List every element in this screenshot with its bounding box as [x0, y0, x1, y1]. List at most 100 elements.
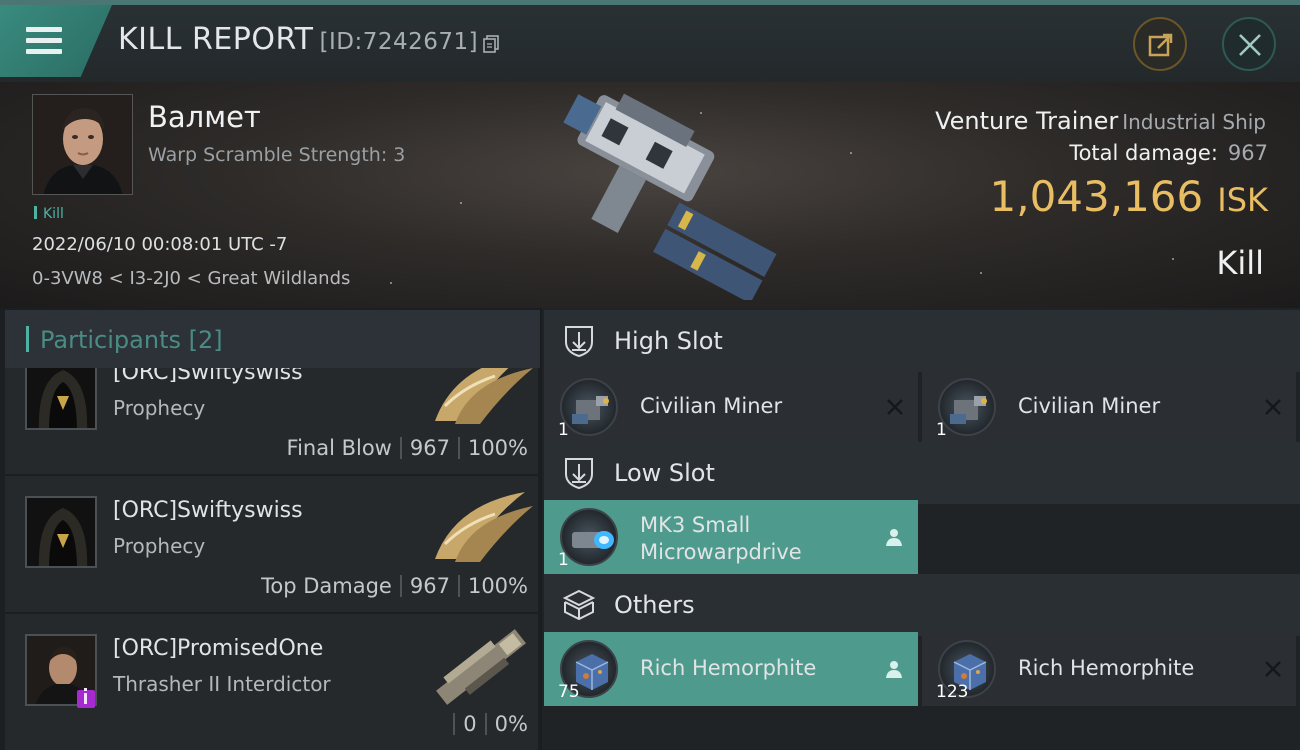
menu-button[interactable]: [0, 5, 112, 77]
module-name: Rich Hemorphite: [640, 656, 817, 680]
miner-icon: [950, 396, 987, 424]
hamburger-icon-bar: [26, 38, 62, 43]
miner-icon: [572, 396, 609, 424]
fitting-panel: High Slot 1 Civilian Miner 1 Civilian Mi…: [542, 308, 1300, 750]
isk-unit: ISK: [1217, 181, 1268, 219]
participants-accent: [26, 326, 29, 352]
kill-tag: Kill: [34, 206, 64, 222]
module-quantity: 123: [936, 682, 969, 702]
victim-portrait[interactable]: [32, 94, 133, 195]
participant-percent: 100%: [467, 574, 528, 598]
microwarpdrive-icon: [572, 531, 614, 549]
module-name-line2: Microwarpdrive: [640, 540, 802, 564]
module-quantity: 1: [936, 420, 947, 440]
copy-icon[interactable]: [483, 35, 499, 53]
destroyed-x-icon: [1265, 661, 1281, 677]
victim-ship-image[interactable]: [520, 90, 790, 300]
ship-name-text: Venture Trainer: [935, 107, 1119, 135]
participant-role: Top Damage: [261, 574, 392, 598]
participant-ship: Prophecy: [113, 534, 206, 558]
participant-stats: Final Blow 967 100%: [287, 436, 528, 460]
share-button[interactable]: [1133, 17, 1187, 71]
module-slot[interactable]: 75 Rich Hemorphite: [544, 632, 918, 706]
total-damage-label: Total damage:: [1069, 141, 1218, 165]
participants-title: Participants [2]: [40, 326, 223, 354]
participant-damage: 967: [409, 436, 450, 460]
close-button[interactable]: [1222, 17, 1276, 71]
participant-stats: 0 0%: [445, 712, 528, 736]
dropped-person-icon: [886, 529, 902, 546]
stat-separator: [457, 575, 460, 597]
participant-damage: 0: [463, 712, 477, 736]
dropped-person-icon: [886, 661, 902, 678]
participant-name: [ORC]Swiftyswiss: [113, 498, 303, 523]
hamburger-icon: [26, 27, 62, 32]
participant-ship: Thrasher II Interdictor: [113, 672, 331, 696]
isk-amount: 1,043,166: [989, 172, 1204, 221]
high-slot-title: High Slot: [614, 327, 723, 355]
low-slot-title: Low Slot: [614, 459, 715, 487]
share-icon: [1148, 33, 1173, 57]
module-name: MK3 Small Microwarpdrive: [640, 512, 802, 566]
low-slot-header: Low Slot: [544, 442, 1300, 504]
kill-result: Kill: [1216, 244, 1264, 282]
page-title: KILL REPORT [ID:7242671]: [118, 22, 478, 57]
module-slot[interactable]: 1 MK3 Small Microwarpdrive: [544, 500, 918, 574]
cargo-box-icon: [562, 589, 596, 621]
hamburger-icon-bar: [26, 49, 62, 54]
kill-location[interactable]: 0-3VW8 < I3-2J0 < Great Wildlands: [32, 268, 350, 289]
participant-row[interactable]: [ORC]Swiftyswiss Prophecy Top Damage 967 1…: [5, 476, 538, 612]
total-damage-value: 967: [1227, 141, 1268, 165]
top-accent-line: [0, 0, 1300, 5]
kill-datetime: 2022/06/10 00:08:01 UTC -7: [32, 234, 288, 255]
module-name: Civilian Miner: [640, 394, 783, 418]
participant-ship: Prophecy: [113, 396, 206, 420]
module-quantity: 1: [558, 550, 569, 570]
warp-scramble-strength: Warp Scramble Strength: 3: [148, 144, 406, 166]
module-quantity: 75: [558, 682, 580, 702]
close-icon: [1239, 34, 1261, 56]
stat-separator: [399, 437, 402, 459]
participants-panel[interactable]: Participants [2] [ORC]Swiftyswiss Prophe…: [0, 308, 540, 750]
module-slot[interactable]: 1 Civilian Miner: [922, 370, 1296, 444]
stat-separator: [484, 713, 487, 735]
module-name-line1: MK3 Small: [640, 513, 751, 537]
destroyed-x-icon: [887, 399, 903, 415]
report-id: [ID:7242671]: [319, 29, 479, 55]
destroyed-x-icon: [1265, 399, 1281, 415]
others-title: Others: [614, 591, 695, 619]
module-name: Rich Hemorphite: [1018, 656, 1195, 680]
low-slot-icon: [565, 458, 593, 490]
participant-percent: 0%: [494, 712, 528, 736]
module-slot[interactable]: 123 Rich Hemorphite: [922, 632, 1296, 706]
participant-avatar: [25, 496, 97, 568]
ship-name[interactable]: Venture Trainer Industrial Ship: [935, 107, 1266, 135]
participants-header: Participants [2]: [5, 310, 540, 368]
total-damage: Total damage: 967: [1069, 141, 1268, 165]
module-name: Civilian Miner: [1018, 394, 1161, 418]
participant-avatar: [25, 358, 97, 430]
info-badge: [77, 688, 95, 708]
module-slot[interactable]: 1 Civilian Miner: [544, 370, 918, 444]
isk-value: 1,043,166 ISK: [990, 172, 1269, 221]
victim-avatar: [33, 95, 132, 194]
participant-stats: Top Damage 967 100%: [261, 574, 528, 598]
ship-class: Industrial Ship: [1122, 110, 1266, 134]
victim-name[interactable]: Валмет: [148, 100, 261, 134]
hooded-avatar: [27, 360, 95, 428]
stat-separator: [457, 437, 460, 459]
top-bar: KILL REPORT [ID:7242671]: [0, 0, 1300, 82]
high-slot-icon: [565, 326, 593, 358]
participant-name: [ORC]PromisedOne: [113, 636, 324, 661]
hooded-avatar: [27, 498, 95, 566]
participant-percent: 100%: [467, 436, 528, 460]
participant-ship-image: [435, 492, 533, 562]
participant-role: Final Blow: [286, 436, 392, 460]
stat-separator: [399, 575, 402, 597]
participant-damage: 967: [409, 574, 450, 598]
kill-summary-panel: Валмет Warp Scramble Strength: 3 Kill 20…: [0, 82, 1300, 308]
page-title-text: KILL REPORT: [118, 22, 314, 57]
module-quantity: 1: [558, 420, 569, 440]
participant-row[interactable]: [ORC]PromisedOne Thrasher II Interdictor…: [5, 614, 538, 750]
participant-ship-image: [436, 629, 526, 705]
